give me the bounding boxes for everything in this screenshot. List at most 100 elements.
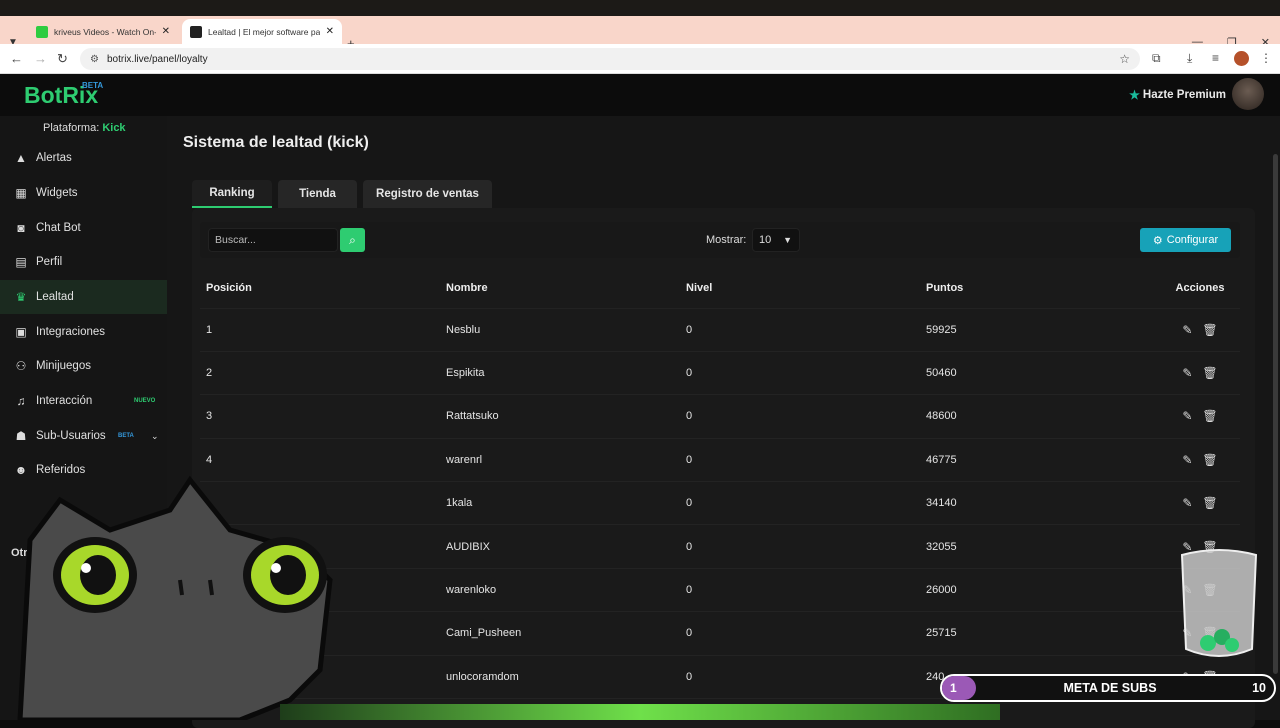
music-icon: ♫	[16, 394, 26, 408]
page-size-select[interactable]: 10 ▼	[752, 228, 800, 252]
row-name: Nesblu	[440, 308, 680, 352]
warning-icon: ▲	[15, 151, 27, 165]
row-level: 0	[680, 568, 920, 613]
row-level: 0	[680, 611, 920, 656]
sidebar-item-interaccion[interactable]: ♫ Interacción NUEVO	[0, 384, 167, 418]
media-icon[interactable]: ≡	[1212, 51, 1219, 65]
tab-close-icon[interactable]: ✕	[162, 26, 170, 37]
browser-tab-bar: ▼ kriveus Videos - Watch On-Deman ✕ Leal…	[0, 16, 1280, 51]
row-actions: ✎🗑	[1160, 351, 1240, 396]
sidebar-item-label: Lealtad	[36, 291, 74, 303]
site-info-icon[interactable]: ⚙	[90, 54, 99, 65]
profile-avatar-icon[interactable]	[1234, 51, 1249, 66]
scrollbar[interactable]	[1273, 154, 1278, 674]
row-points: 48600	[920, 394, 1160, 439]
sidebar-item-minijuegos[interactable]: ⚇ Minijuegos	[0, 349, 167, 383]
premium-link[interactable]: ★ Hazte Premium	[1129, 88, 1226, 102]
sidebar-item-alertas[interactable]: ▲ Alertas	[0, 141, 167, 175]
row-name: warenrl	[440, 438, 680, 483]
edit-pencil-icon[interactable]: ✎	[1182, 453, 1192, 467]
botrix-favicon-icon	[190, 25, 202, 38]
sidebar-item-chatbot[interactable]: ◙ Chat Bot	[0, 211, 167, 245]
widgets-icon: ▦	[15, 186, 27, 200]
gamepad-icon: ⚇	[15, 359, 27, 373]
row-level: 0	[680, 394, 920, 439]
sidebar-item-lealtad[interactable]: ♛ Lealtad	[0, 280, 167, 314]
menu-icon[interactable]: ⋮	[1260, 51, 1272, 65]
row-actions: ✎🗑	[1160, 308, 1240, 352]
col-puntos[interactable]: Puntos	[920, 268, 1160, 309]
search-input[interactable]	[208, 228, 338, 252]
sidebar-item-integraciones[interactable]: ▣ Integraciones	[0, 315, 167, 349]
user-avatar[interactable]	[1232, 78, 1264, 110]
profile-card-icon: ▤	[15, 255, 27, 269]
row-position: 1	[200, 308, 440, 352]
tab-tienda[interactable]: Tienda	[278, 180, 357, 208]
reload-icon[interactable]: ↻	[57, 51, 68, 67]
sidebar-item-widgets[interactable]: ▦ Widgets	[0, 176, 167, 210]
browser-tab-kriveus[interactable]: kriveus Videos - Watch On-Deman ✕	[28, 19, 178, 44]
sidebar-item-label: Integraciones	[36, 326, 106, 338]
trash-icon[interactable]: 🗑	[1202, 409, 1217, 423]
table-header-row: Posición Nombre Nivel Puntos Acciones	[200, 268, 1240, 309]
table-row: 4 warenrl 0 46775 ✎ 🗑	[200, 438, 1240, 483]
row-name: Cami_Pusheen	[440, 611, 680, 656]
integrations-icon: ▣	[15, 325, 27, 339]
row-position: 2	[200, 351, 440, 396]
table-row: Cami_Pusheen025715✎🗑	[200, 611, 1240, 656]
platform-value: Kick	[102, 122, 126, 134]
table-row: 2 Espikita 0 50460 ✎ 🗑	[200, 351, 1240, 396]
row-name: AUDIBIX	[440, 524, 680, 569]
page-size-value: 10	[759, 234, 772, 246]
row-position: 3	[200, 394, 440, 439]
trash-icon[interactable]: 🗑	[1202, 496, 1217, 510]
kick-favicon-icon	[36, 25, 48, 38]
premium-label: Hazte Premium	[1142, 89, 1226, 101]
url-text: botrix.live/panel/loyalty	[106, 53, 208, 65]
chevron-down-icon[interactable]: ⌄	[151, 431, 159, 442]
cup-overlay	[1180, 549, 1258, 657]
back-icon[interactable]: ←	[10, 51, 23, 66]
beta-badge: BETA	[82, 81, 104, 90]
edit-pencil-icon[interactable]: ✎	[1182, 496, 1192, 510]
row-points: 26000	[920, 568, 1160, 613]
downloads-icon[interactable]: ⤓	[1187, 51, 1192, 66]
trash-icon[interactable]: 🗑	[1202, 323, 1217, 337]
col-posicion[interactable]: Posición	[200, 268, 440, 309]
row-level: 0	[680, 308, 920, 352]
forward-icon[interactable]: →	[34, 51, 47, 66]
col-nombre[interactable]: Nombre	[440, 268, 680, 309]
col-nivel[interactable]: Nivel	[680, 268, 920, 309]
row-points: 25715	[920, 611, 1160, 656]
edit-pencil-icon[interactable]: ✎	[1182, 409, 1192, 423]
sidebar-item-label: Interacción	[36, 395, 93, 407]
sidebar-item-subusuarios[interactable]: ☗ Sub-Usuarios BETA ⌄	[0, 419, 167, 453]
row-actions: ✎🗑	[1160, 394, 1240, 439]
table-row: 1 Nesblu 0 59925 ✎ 🗑	[200, 308, 1240, 352]
sidebar-item-perfil[interactable]: ▤ Perfil	[0, 245, 167, 279]
tab-close-icon[interactable]: ✕	[326, 26, 334, 37]
search-button[interactable]: ⌕	[340, 228, 365, 252]
tab-ranking[interactable]: Ranking	[192, 180, 272, 208]
url-field[interactable]: ⚙ botrix.live/panel/loyalty ☆	[80, 48, 1140, 70]
trash-icon[interactable]: 🗑	[1202, 453, 1217, 467]
extensions-icon[interactable]: ⧉	[1152, 51, 1161, 66]
row-points: 32055	[920, 524, 1160, 569]
browser-tab-lealtad[interactable]: Lealtad | El mejor software para ✕	[182, 19, 342, 44]
row-points: 50460	[920, 351, 1160, 396]
address-bar: ← → ↻ ⚙ botrix.live/panel/loyalty ☆ ⧉ ⤓ …	[0, 44, 1280, 74]
row-level: 0	[680, 351, 920, 396]
stream-overlay-top	[0, 0, 1280, 16]
configurar-button[interactable]: ⚙ Configurar	[1140, 228, 1231, 252]
bookmark-star-icon[interactable]: ☆	[1119, 52, 1130, 66]
sidebar-item-label: Minijuegos	[36, 360, 91, 372]
trash-icon[interactable]: 🗑	[1202, 366, 1217, 380]
row-name: Rattatsuko	[440, 394, 680, 439]
edit-pencil-icon[interactable]: ✎	[1182, 323, 1192, 337]
star-icon: ★	[1129, 88, 1140, 102]
tab-registro-ventas[interactable]: Registro de ventas	[363, 180, 492, 208]
edit-pencil-icon[interactable]: ✎	[1182, 366, 1192, 380]
platform-indicator: Plataforma: Kick	[43, 122, 126, 134]
tab-title: kriveus Videos - Watch On-Deman	[54, 26, 156, 37]
row-name: 1kala	[440, 481, 680, 526]
